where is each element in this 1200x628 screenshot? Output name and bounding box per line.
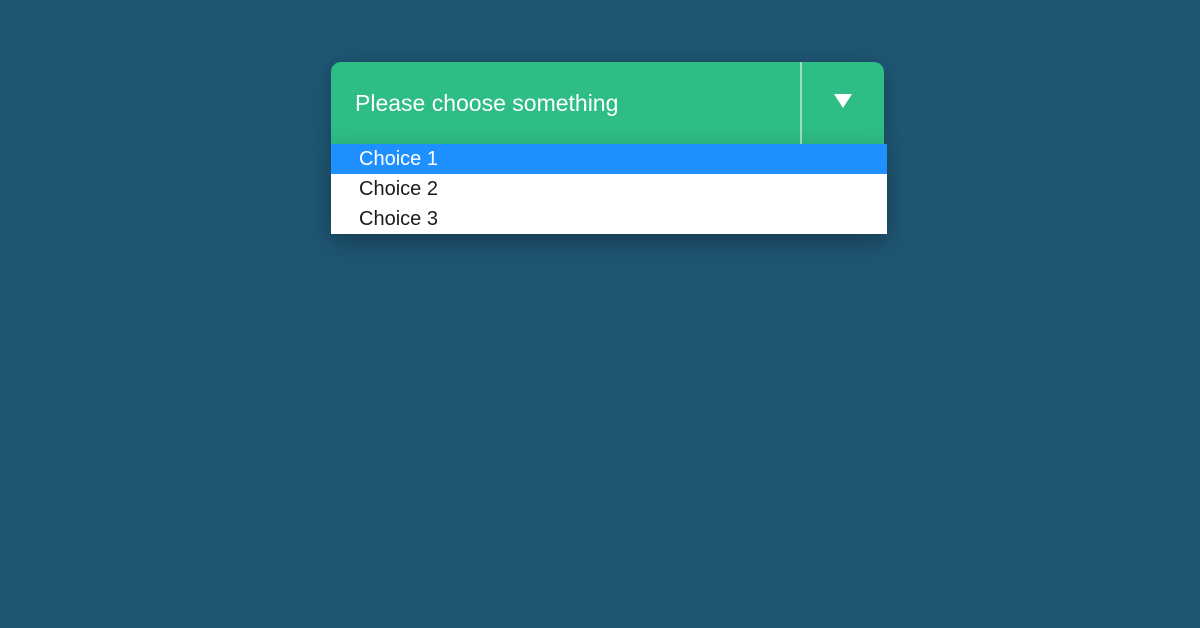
dropdown-option-label: Choice 2: [359, 178, 438, 201]
dropdown-header[interactable]: Please choose something: [331, 62, 884, 144]
dropdown-list: Choice 1 Choice 2 Choice 3: [331, 144, 887, 234]
dropdown: Please choose something Choice 1 Choice …: [331, 62, 884, 234]
dropdown-toggle[interactable]: [800, 62, 884, 144]
dropdown-option-label: Choice 3: [359, 208, 438, 231]
dropdown-placeholder: Please choose something: [331, 62, 800, 144]
dropdown-option-3[interactable]: Choice 3: [331, 204, 887, 234]
chevron-down-icon: [834, 94, 852, 113]
dropdown-option-1[interactable]: Choice 1: [331, 144, 887, 174]
dropdown-option-2[interactable]: Choice 2: [331, 174, 887, 204]
dropdown-option-label: Choice 1: [359, 148, 438, 171]
